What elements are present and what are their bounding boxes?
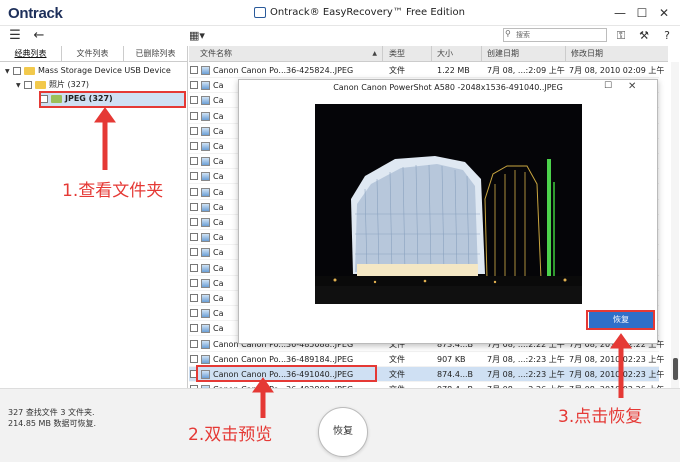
highlight-box-selected-file (196, 365, 377, 382)
arrow-up-icon (94, 107, 116, 123)
annotation-arrows (94, 107, 632, 418)
arrow-up-icon (610, 333, 632, 349)
